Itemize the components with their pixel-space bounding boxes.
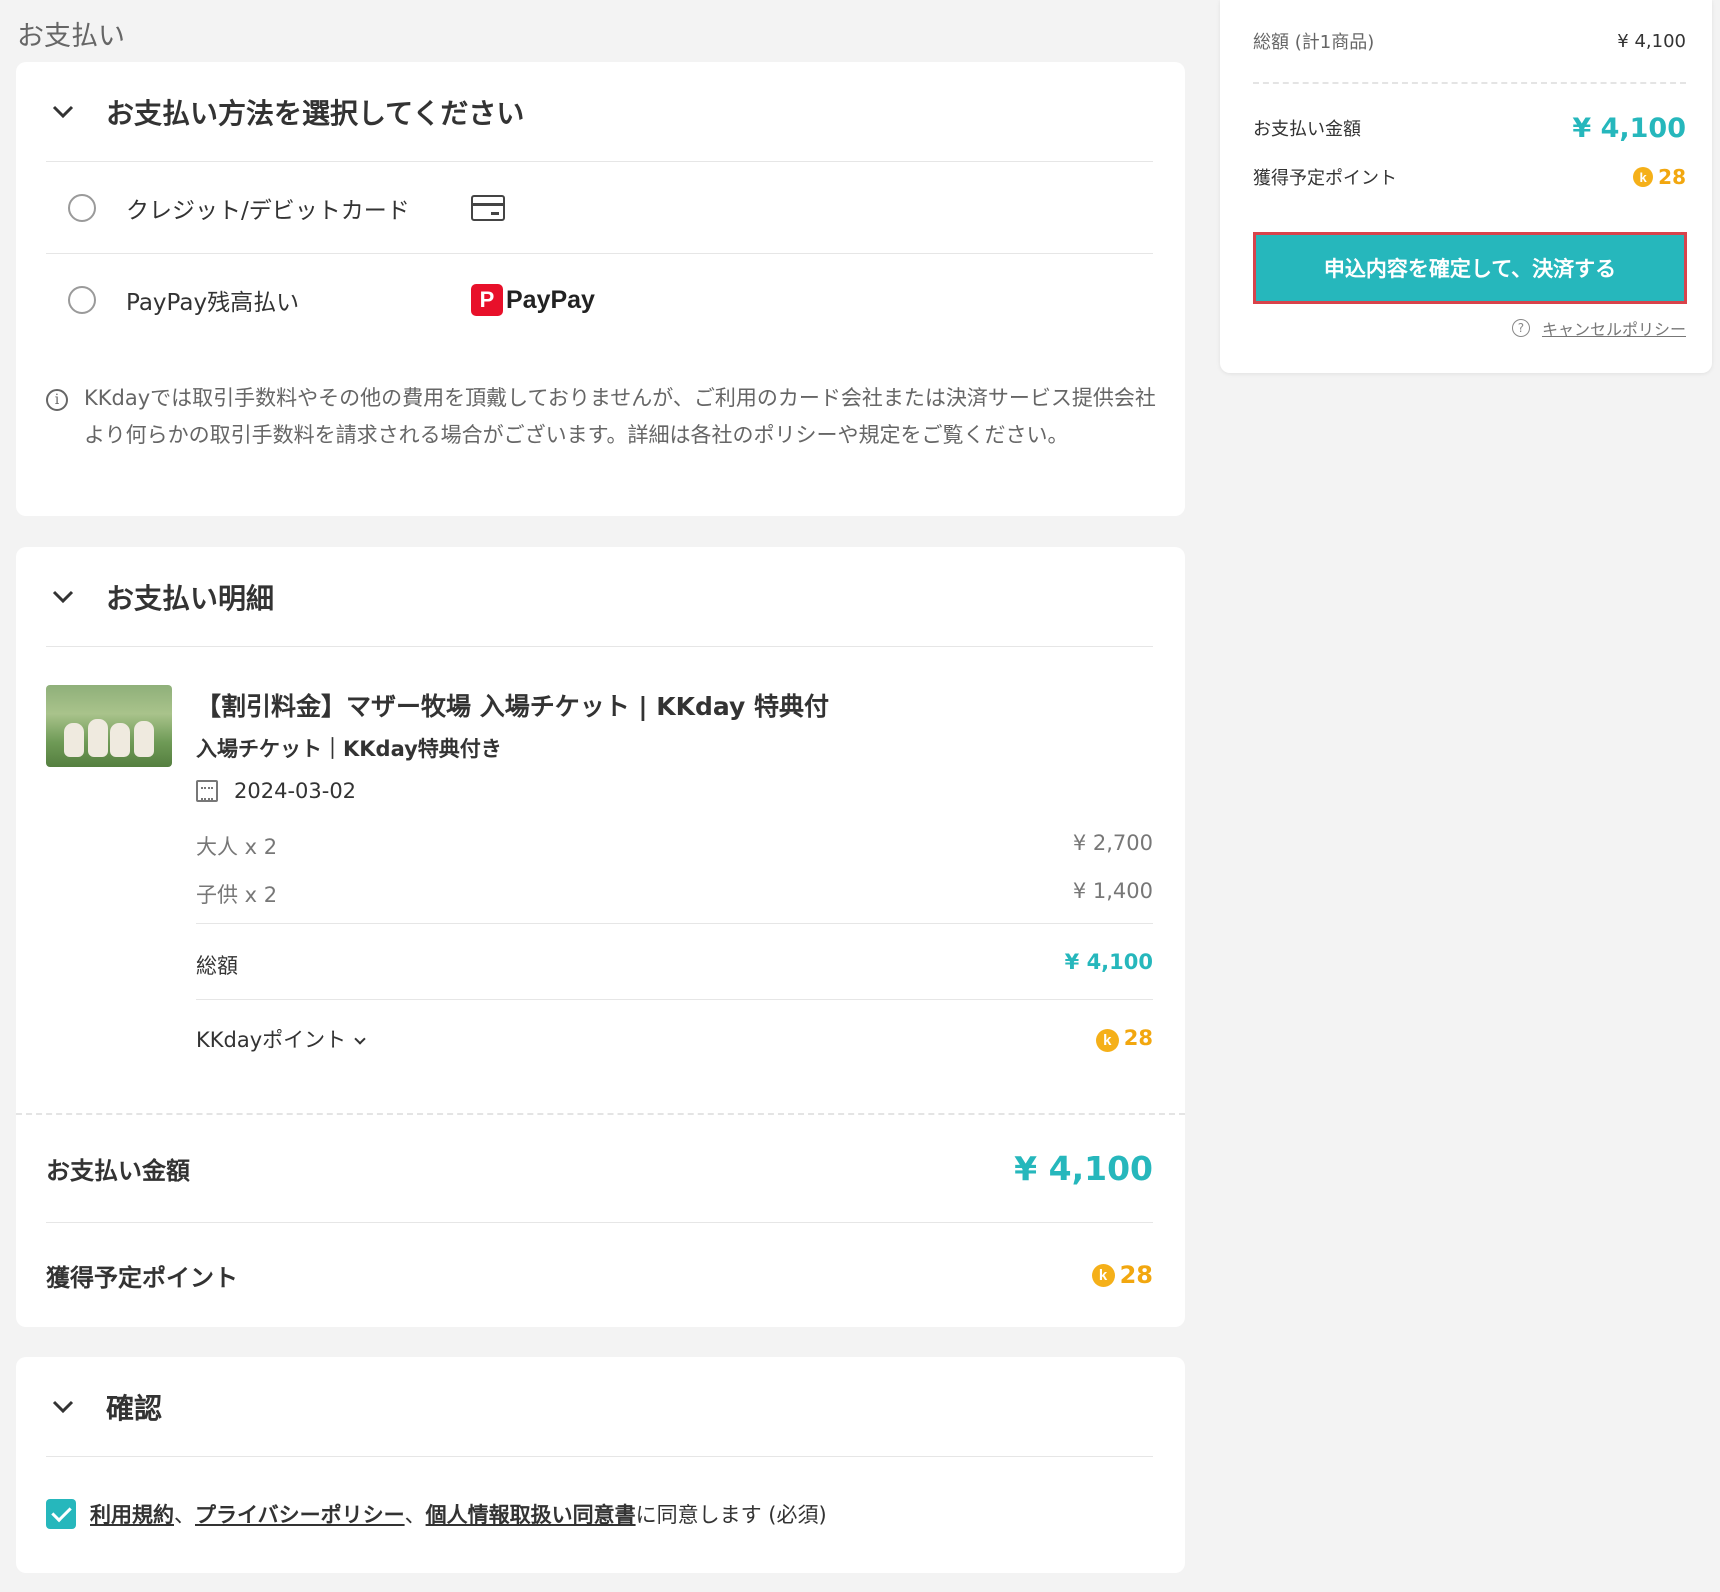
chevron-down-icon[interactable] (48, 1392, 78, 1422)
price-line-adult: 大人 x 2 ¥ 2,700 (196, 831, 1153, 861)
payment-detail-header[interactable]: お支払い明細 (46, 547, 1153, 647)
confirm-card: 確認 利用規約、プライバシーポリシー、個人情報取扱い同意書 に同意します (必須) (16, 1357, 1185, 1573)
agreement-checkbox[interactable] (46, 1499, 76, 1529)
main-column: お支払い方法を選択してください クレジット/デビットカード PayPay残高払い… (16, 62, 1185, 1573)
separator: 、 (174, 1503, 195, 1527)
payment-option-card[interactable]: クレジット/デビットカード (46, 162, 1153, 254)
points-number: 28 (1123, 1026, 1153, 1050)
product-title: 【割引料金】マザー牧場 入場チケット | KKday 特典付 (196, 692, 829, 721)
payment-method-card: お支払い方法を選択してください クレジット/デビットカード PayPay残高払い… (16, 62, 1185, 516)
kkday-coin-icon: k (1091, 1263, 1115, 1287)
payment-detail-title: お支払い明細 (106, 581, 275, 615)
kkday-points-row: KKdayポイント k 28 (196, 999, 1153, 1054)
agreement-suffix: に同意します (必須) (635, 1503, 827, 1527)
page-title: お支払い (17, 21, 125, 52)
pay-amount-row: お支払い金額 ¥ 4,100 (46, 1115, 1153, 1223)
summary-pay-row: お支払い金額 ¥ 4,100 (1253, 84, 1686, 162)
order-summary-panel: 総額 (計1商品) ¥ 4,100 お支払い金額 ¥ 4,100 獲得予定ポイン… (1220, 0, 1712, 373)
summary-points-value: k 28 (1633, 165, 1686, 189)
info-icon: i (46, 389, 68, 411)
price-line-label: 子供 x 2 (196, 883, 278, 907)
payment-option-label: PayPay残高払い (126, 290, 300, 316)
kkday-points-toggle[interactable]: KKdayポイント (196, 1024, 366, 1054)
question-icon: ? (1511, 319, 1530, 337)
radio-credit-card[interactable] (68, 193, 96, 222)
chevron-down-icon[interactable] (354, 1033, 366, 1045)
product-date: 2024-03-02 (196, 779, 356, 803)
price-line-label: 大人 x 2 (196, 835, 278, 859)
product-thumbnail (46, 685, 172, 767)
radio-paypay[interactable] (68, 286, 96, 314)
price-line-value: ¥ 1,400 (1072, 879, 1153, 903)
price-line-child: 子供 x 2 ¥ 1,400 (196, 879, 1153, 909)
personal-info-consent-link[interactable]: 個人情報取扱い同意書 (426, 1499, 636, 1529)
chevron-down-icon[interactable] (48, 582, 78, 612)
confirm-and-pay-button[interactable]: 申込内容を確定して、決済する (1253, 232, 1687, 304)
payment-option-paypay[interactable]: PayPay残高払い P PayPay (46, 254, 1153, 346)
summary-points-row: 獲得予定ポイント k 28 (1253, 162, 1686, 192)
subtotal-row: 総額 ¥ 4,100 (196, 923, 1153, 980)
fee-notice-text: KKdayでは取引手数料やその他の費用を頂戴しておりませんが、ご利用のカード会社… (84, 386, 1156, 447)
earn-points-label: 獲得予定ポイント (46, 1263, 238, 1292)
pay-amount-value: ¥ 4,100 (1014, 1149, 1153, 1188)
paypay-logo: P PayPay (471, 284, 595, 316)
calendar-icon (196, 780, 218, 802)
payment-method-header[interactable]: お支払い方法を選択してください (46, 62, 1153, 162)
kkday-points-value: k 28 (1095, 1026, 1153, 1052)
summary-total-row: 総額 (計1商品) ¥ 4,100 (1253, 0, 1686, 84)
price-line-value: ¥ 2,700 (1072, 831, 1153, 855)
summary-total-label: 総額 (計1商品) (1253, 32, 1375, 53)
summary-pay-value: ¥ 4,100 (1572, 112, 1686, 144)
pay-amount-label: お支払い金額 (46, 1157, 190, 1185)
confirm-header[interactable]: 確認 (46, 1357, 1153, 1457)
payment-method-title: お支払い方法を選択してください (106, 96, 525, 130)
summary-points-label: 獲得予定ポイント (1253, 168, 1397, 189)
kkday-coin-icon: k (1633, 167, 1654, 187)
paypay-logo-icon: P (471, 284, 503, 316)
confirm-title: 確認 (106, 1391, 163, 1425)
fee-notice: i KKdayでは取引手数料やその他の費用を頂戴しておりませんが、ご利用のカード… (46, 380, 1156, 454)
earn-points-value: k 28 (1091, 1261, 1153, 1289)
privacy-policy-link[interactable]: プライバシーポリシー (195, 1499, 405, 1529)
summary-total-value: ¥ 4,100 (1617, 30, 1686, 52)
points-number: 28 (1658, 165, 1686, 189)
paypay-logo-text: PayPay (506, 285, 595, 314)
subtotal-label: 総額 (196, 954, 238, 978)
terms-link[interactable]: 利用規約 (90, 1499, 174, 1529)
cancel-policy-label: キャンセルポリシー (1541, 320, 1686, 339)
summary-pay-label: お支払い金額 (1253, 119, 1361, 140)
credit-card-icon (471, 194, 505, 221)
payment-detail-card: お支払い明細 【割引料金】マザー牧場 入場チケット | KKday 特典付 入場… (16, 547, 1185, 1327)
payment-option-label: クレジット/デビットカード (126, 197, 410, 224)
separator: 、 (404, 1503, 426, 1527)
earn-points-row: 獲得予定ポイント k 28 (46, 1223, 1153, 1327)
cancel-policy-link[interactable]: ? キャンセルポリシー (1511, 316, 1686, 340)
chevron-down-icon[interactable] (48, 97, 78, 127)
product-subtitle: 入場チケット｜KKday特典付き (196, 737, 502, 761)
subtotal-value: ¥ 4,100 (1064, 950, 1153, 974)
product-item: 【割引料金】マザー牧場 入場チケット | KKday 特典付 入場チケット｜KK… (46, 647, 1153, 1113)
agreement-row: 利用規約、プライバシーポリシー、個人情報取扱い同意書 に同意します (必須) (46, 1457, 1153, 1571)
points-number: 28 (1119, 1261, 1153, 1289)
kkday-coin-icon: k (1095, 1029, 1119, 1052)
kkday-points-label: KKdayポイント (196, 1028, 347, 1052)
product-date-value: 2024-03-02 (234, 779, 357, 803)
